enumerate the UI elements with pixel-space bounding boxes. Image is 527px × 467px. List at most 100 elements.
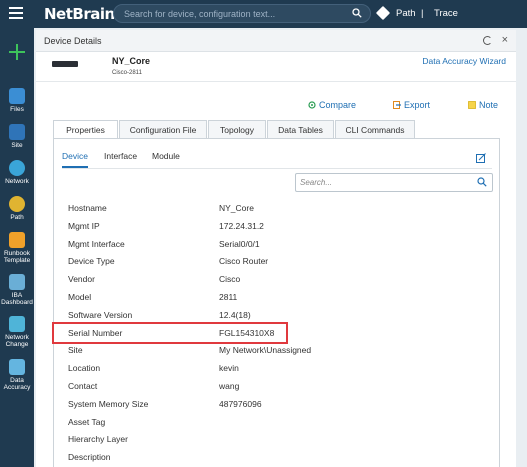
property-row: Asset Tag: [68, 413, 488, 431]
sidebar-item-label: Path: [10, 214, 24, 221]
sidebar-item-label: Data Accuracy: [3, 377, 31, 391]
property-value: 172.24.31.2: [219, 220, 264, 231]
property-row: System Memory Size 487976096: [68, 395, 488, 413]
hamburger-menu-icon[interactable]: [9, 7, 23, 19]
property-row: Device Type Cisco Router: [68, 252, 488, 270]
device-details-panel: Device Details × NY_Core Cisco-2811 Data…: [36, 30, 516, 467]
sidebar-item-label: Files: [10, 106, 24, 113]
site-icon: [9, 124, 25, 140]
property-value: wang: [219, 381, 240, 391]
property-search-input[interactable]: Search...: [295, 173, 493, 192]
property-row: Hostname NY_Core: [68, 199, 488, 217]
property-value: Cisco Router: [219, 256, 269, 267]
device-summary: NY_Core Cisco-2811 Data Accuracy Wizard: [36, 52, 516, 82]
path-icon[interactable]: [375, 5, 391, 21]
sidebar-item-network-change[interactable]: Network Change: [0, 316, 34, 348]
property-row: Model 2811: [68, 288, 488, 306]
property-key: Vendor: [68, 274, 95, 285]
panel-title: Device Details: [44, 36, 102, 46]
close-icon[interactable]: ×: [502, 34, 508, 46]
property-search-placeholder: Search...: [300, 178, 333, 187]
property-row: Hierarchy Layer: [68, 430, 488, 448]
compare-label: Compare: [319, 100, 357, 110]
tab-topology[interactable]: Topology: [208, 120, 266, 139]
properties-tab-body: Device Interface Module Search... Hostna…: [53, 138, 500, 467]
export-label: Export: [404, 100, 431, 110]
property-key: Model: [68, 292, 92, 302]
sidebar-item-data-accuracy[interactable]: Data Accuracy: [0, 359, 34, 391]
subtab-device[interactable]: Device: [62, 151, 88, 161]
router-image: [52, 61, 78, 67]
note-label: Note: [479, 100, 499, 110]
property-key: Software Version: [68, 309, 133, 320]
property-row: Vendor Cisco: [68, 270, 488, 288]
property-value: NY_Core: [219, 203, 254, 213]
property-value: Serial0/0/1: [219, 238, 260, 249]
compare-button[interactable]: Compare: [308, 100, 356, 110]
action-bar: Compare Export Note: [36, 100, 516, 114]
sidebar-item-label: Site: [11, 142, 23, 149]
property-key: Description: [68, 452, 111, 463]
netbrain-logo: NetBrain: [44, 5, 115, 23]
subtab-interface[interactable]: Interface: [104, 151, 137, 161]
subtab-active-indicator: [62, 166, 88, 168]
property-key: System Memory Size: [68, 398, 149, 409]
tab-properties[interactable]: Properties: [53, 120, 118, 140]
property-row: Site My Network\Unassigned: [68, 341, 488, 359]
tab-cli-commands[interactable]: CLI Commands: [335, 120, 415, 139]
trace-button[interactable]: Trace: [434, 8, 458, 19]
property-key: Hostname: [68, 203, 107, 213]
sidebar-item-label: Runbook Template: [3, 250, 31, 264]
property-key: Asset Tag: [68, 416, 106, 427]
note-button[interactable]: Note: [468, 100, 498, 110]
sidebar-item-label: IBA Dashboard: [1, 292, 33, 306]
search-icon[interactable]: [352, 8, 362, 18]
subtab-module[interactable]: Module: [152, 151, 180, 161]
tab-data-tables[interactable]: Data Tables: [267, 120, 334, 139]
left-sidebar: Files Site Network Path Runbook Template…: [0, 28, 34, 467]
sidebar-item-files[interactable]: Files: [0, 88, 34, 113]
property-key: Mgmt IP: [68, 220, 100, 231]
property-key: Site: [68, 345, 83, 356]
property-row: Description: [68, 448, 488, 466]
export-icon: [393, 101, 401, 109]
search-icon[interactable]: [477, 177, 487, 187]
property-key: Hierarchy Layer: [68, 434, 128, 445]
path-button[interactable]: Path: [396, 8, 416, 19]
runbook-icon: [9, 232, 25, 248]
open-external-icon[interactable]: [476, 153, 486, 163]
property-key: Location: [68, 363, 101, 374]
property-value: 2811: [219, 292, 238, 302]
property-row: Contact wang: [68, 377, 488, 395]
dashboard-icon: [9, 274, 25, 290]
property-value: My Network\Unassigned: [219, 345, 312, 356]
files-icon: [9, 88, 25, 104]
top-bar: NetBrain Search for device, configuratio…: [0, 0, 527, 28]
global-search-input[interactable]: Search for device, configuration text...: [113, 4, 371, 23]
add-icon[interactable]: [9, 44, 25, 60]
top-separator: |: [421, 8, 424, 19]
property-row: Mgmt Interface Serial0/0/1: [68, 235, 488, 253]
property-key: Contact: [68, 381, 98, 391]
network-icon: [9, 160, 25, 176]
sidebar-item-network[interactable]: Network: [0, 160, 34, 185]
property-value: kevin: [219, 363, 239, 374]
panel-header: Device Details ×: [36, 30, 516, 52]
sidebar-item-label: Network Change: [5, 334, 29, 348]
sidebar-item-site[interactable]: Site: [0, 124, 34, 149]
device-model: Cisco-2811: [112, 70, 142, 76]
property-row: Location kevin: [68, 359, 488, 377]
sidebar-item-label: Network: [5, 178, 29, 185]
serial-number-highlight: [52, 322, 288, 344]
export-button[interactable]: Export: [393, 100, 430, 110]
refresh-icon[interactable]: [483, 36, 492, 45]
data-accuracy-wizard-link[interactable]: Data Accuracy Wizard: [422, 56, 506, 66]
sidebar-item-runbook-template[interactable]: Runbook Template: [0, 232, 34, 264]
tab-configuration-file[interactable]: Configuration File: [119, 120, 207, 139]
sidebar-item-path[interactable]: Path: [0, 196, 34, 221]
path-pin-icon: [9, 196, 25, 212]
device-name: NY_Core: [112, 56, 151, 66]
global-search-placeholder: Search for device, configuration text...: [124, 9, 276, 19]
sidebar-item-iba-dashboard[interactable]: IBA Dashboard: [0, 274, 34, 306]
property-key: Device Type: [68, 256, 115, 267]
